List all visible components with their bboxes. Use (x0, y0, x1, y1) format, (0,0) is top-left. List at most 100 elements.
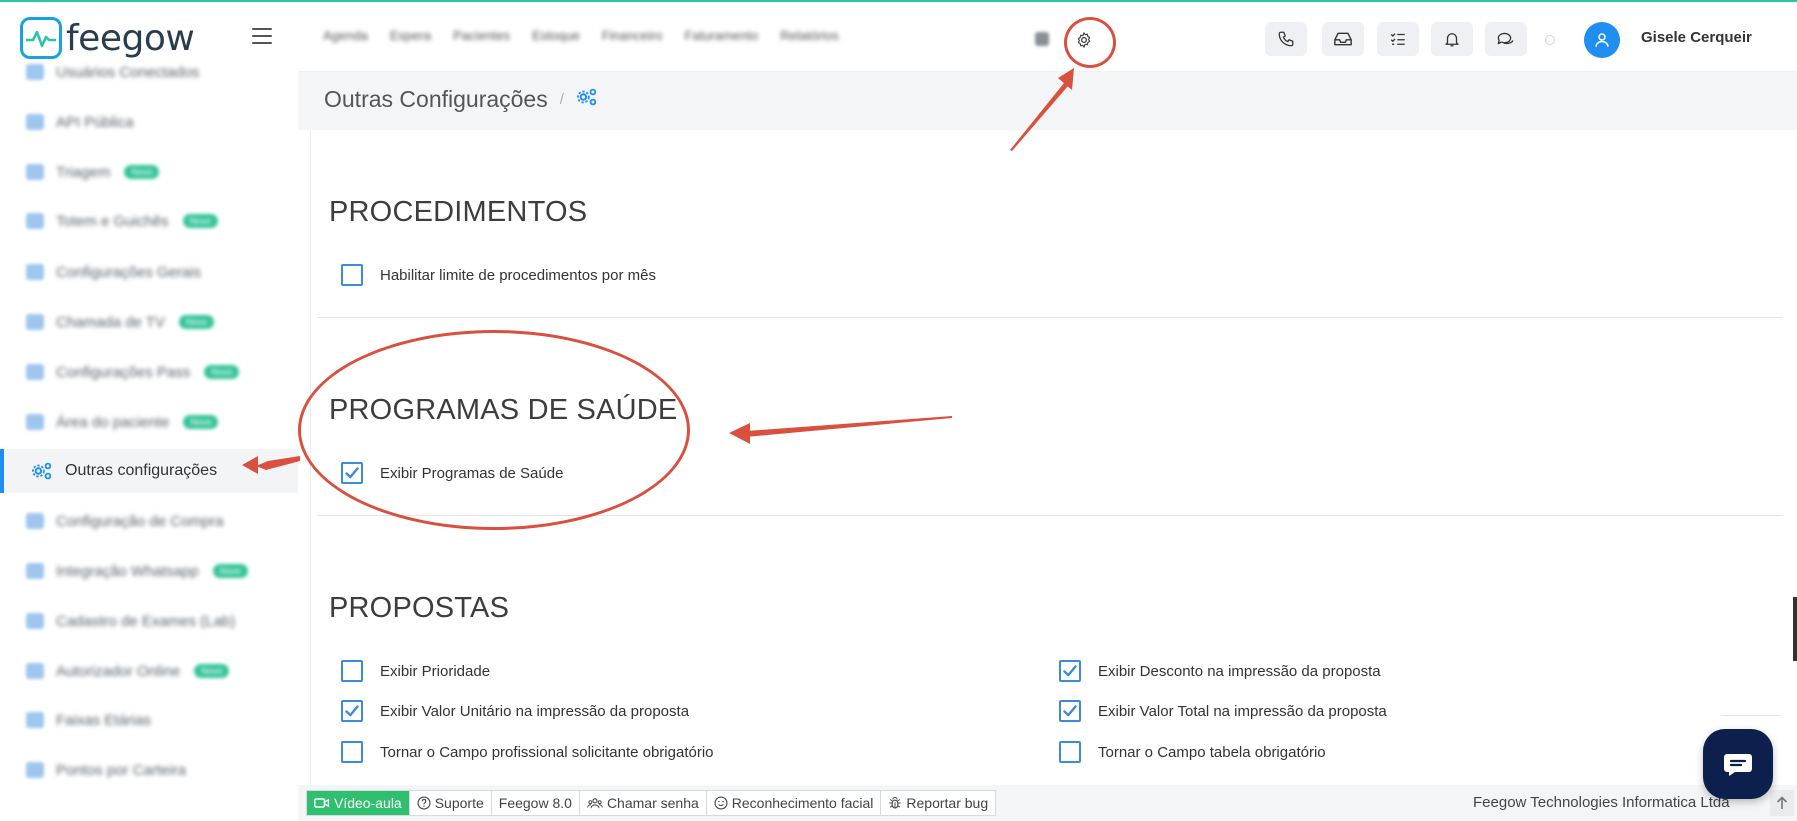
phone-icon (1278, 31, 1294, 47)
nav-item[interactable]: Relatórios (780, 28, 839, 43)
option-exibir-prioridade[interactable]: Exibir Prioridade (341, 660, 490, 682)
sidebar-icon (26, 264, 44, 280)
messages-button[interactable] (1485, 22, 1527, 56)
new-badge: Novo (183, 415, 219, 429)
sidebar-item-label: Faixas Etárias (56, 711, 152, 729)
inbox-icon (1334, 32, 1352, 46)
new-badge: Novo (194, 664, 230, 678)
scrollbar-thumb[interactable] (1793, 597, 1797, 661)
sidebar-item-label: Outras configurações (65, 462, 218, 479)
option-label: Tornar o Campo profissional solicitante … (380, 743, 714, 761)
sidebar-item[interactable]: Totem e Guichês Novo (0, 199, 298, 243)
sidebar-icon (26, 613, 44, 629)
option-limite-procedimentos[interactable]: Habilitar limite de procedimentos por mê… (341, 264, 656, 286)
sidebar-icon (26, 712, 44, 728)
scroll-to-top-button[interactable] (1770, 790, 1794, 816)
option-tabela-obrigatorio[interactable]: Tornar o Campo tabela obrigatório (1059, 741, 1326, 763)
video-aula-button[interactable]: Vídeo-aula (307, 791, 410, 815)
checkbox[interactable] (1059, 700, 1081, 722)
option-profissional-obrigatorio[interactable]: Tornar o Campo profissional solicitante … (341, 741, 714, 763)
section-title-procedimentos: PROCEDIMENTOS (329, 196, 588, 228)
breadcrumb-separator: / (559, 91, 564, 108)
nav-item[interactable]: Espera (390, 28, 431, 43)
nav-item[interactable]: Financeiro (602, 28, 663, 43)
checkmark-icon (345, 705, 359, 717)
chat-bubble-icon (1724, 754, 1752, 776)
sidebar-item[interactable]: API Pública (0, 100, 298, 144)
gears-icon (576, 87, 598, 112)
chamar-senha-button[interactable]: Chamar senha (580, 791, 707, 815)
sidebar-item[interactable]: Chamada de TV Novo (0, 300, 298, 344)
suporte-button[interactable]: Suporte (410, 791, 492, 815)
option-label: Habilitar limite de procedimentos por mê… (380, 266, 656, 284)
notifications-button[interactable] (1431, 22, 1473, 56)
option-label: Exibir Valor Total na impressão da propo… (1098, 702, 1387, 720)
reconhecimento-facial-label: Reconhecimento facial (731, 795, 874, 811)
nav-item[interactable]: Estoque (532, 28, 580, 43)
checkbox[interactable] (1059, 741, 1081, 763)
sidebar-icon (26, 364, 44, 380)
menu-toggle-icon[interactable] (252, 28, 272, 44)
sidebar-item[interactable]: Área do paciente Novo (0, 400, 298, 444)
new-badge: Novo (124, 165, 160, 179)
gears-icon (31, 461, 53, 481)
tasks-button[interactable] (1377, 22, 1419, 56)
nav-item[interactable]: Faturamento (685, 28, 759, 43)
new-badge: Novo (182, 214, 218, 228)
suporte-label: Suporte (434, 795, 484, 811)
sidebar-item-label: Configuração de Compra (56, 512, 224, 530)
sidebar-item[interactable]: Integração Whatsapp Novo (0, 549, 298, 593)
sidebar-icon (26, 663, 44, 679)
checkbox[interactable] (341, 741, 363, 763)
option-exibir-valor-unitario[interactable]: Exibir Valor Unitário na impressão da pr… (341, 700, 689, 722)
sidebar-item-label: Pontos por Carteira (56, 761, 187, 779)
chat-widget-button[interactable] (1703, 729, 1773, 799)
video-aula-label: Vídeo-aula (334, 795, 402, 811)
content-header: Outras Configurações / (298, 72, 1797, 130)
nav-extra-icon[interactable] (1035, 32, 1049, 46)
video-icon (314, 798, 330, 808)
users-icon (587, 797, 603, 808)
reportar-bug-label: Reportar bug (906, 795, 989, 811)
phone-button[interactable] (1265, 22, 1307, 56)
sidebar-icon (26, 513, 44, 529)
status-indicator (1545, 35, 1555, 45)
nav-item[interactable]: Pacientes (453, 28, 510, 43)
breadcrumb: Outras Configurações / (324, 86, 598, 113)
sidebar-item-label: Área do paciente (56, 413, 170, 431)
option-label: Exibir Prioridade (380, 662, 491, 680)
company-name: Feegow Technologies Informatica Ltda (1473, 794, 1730, 811)
inbox-button[interactable] (1322, 22, 1364, 56)
checkbox[interactable] (341, 700, 363, 722)
sidebar-item[interactable]: Faixas Etárias (0, 698, 298, 742)
option-exibir-valor-total[interactable]: Exibir Valor Total na impressão da propo… (1059, 700, 1387, 722)
sidebar-item-label: Cadastro de Exames (Lab) (56, 612, 236, 630)
reconhecimento-facial-button[interactable]: Reconhecimento facial (707, 791, 882, 815)
reportar-bug-button[interactable]: Reportar bug (881, 791, 995, 815)
section-title-propostas: PROPOSTAS (329, 592, 510, 624)
checkbox[interactable] (1059, 660, 1081, 682)
sidebar: Usuários Conectados API Pública Triagem N… (0, 64, 298, 821)
sidebar-item[interactable]: Cadastro de Exames (Lab) (0, 599, 298, 643)
sidebar-item-label: Totem e Guichês (56, 212, 169, 230)
checkbox[interactable] (341, 264, 363, 286)
username[interactable]: Gisele Cerqueir (1641, 29, 1752, 46)
sidebar-item[interactable]: Configurações Gerais (0, 250, 298, 294)
new-badge: Novo (204, 365, 240, 379)
sidebar-item[interactable]: Triagem Novo (0, 150, 298, 194)
version-label[interactable]: Feegow 8.0 (492, 791, 580, 815)
avatar[interactable] (1584, 22, 1620, 58)
task-list-icon (1390, 33, 1405, 45)
option-exibir-desconto[interactable]: Exibir Desconto na impressão da proposta (1059, 660, 1381, 682)
new-badge: Novo (212, 564, 248, 578)
sidebar-item[interactable]: Autorizador Online Novo (0, 649, 298, 693)
sidebar-item-outras-configuracoes[interactable]: Outras configurações (0, 449, 298, 493)
sidebar-item[interactable]: Configurações Pass Novo (0, 350, 298, 394)
sidebar-item-label: Triagem (56, 163, 111, 181)
help-circle-icon (417, 796, 431, 810)
sidebar-item[interactable]: Pontos por Carteira (0, 748, 298, 792)
sidebar-item[interactable]: Configuração de Compra (0, 499, 298, 543)
nav-item[interactable]: Agenda (323, 28, 368, 43)
sidebar-item[interactable]: Usuários Conectados (0, 50, 298, 94)
checkbox[interactable] (341, 660, 363, 682)
